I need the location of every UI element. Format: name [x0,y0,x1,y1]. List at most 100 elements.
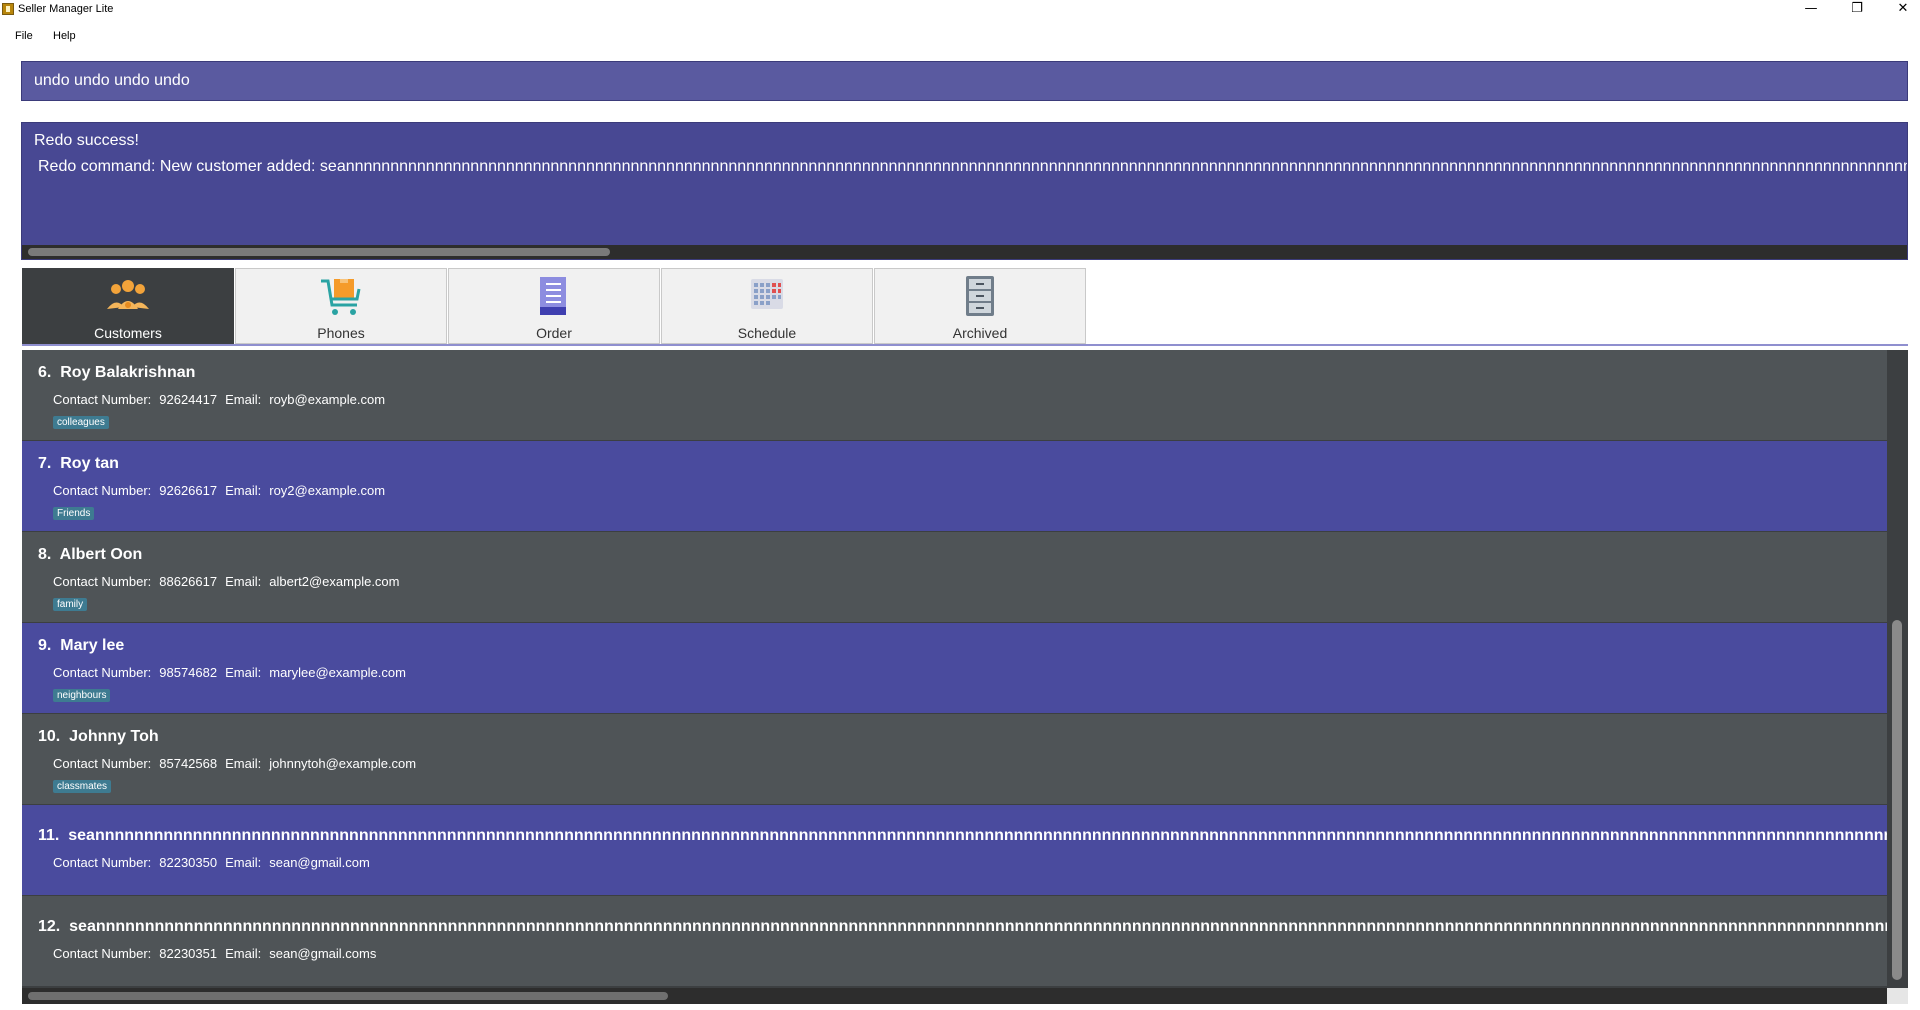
email-label: Email: [225,574,262,589]
list-item[interactable]: 7. Roy tan Contact Number: 92626617 Email:… [22,441,1887,531]
tab-order[interactable]: Order [448,268,660,344]
list-horizontal-scrollbar-thumb[interactable] [28,992,668,1000]
tab-order-label: Order [536,325,572,341]
customer-title: 9. Mary lee [38,637,124,655]
command-input[interactable]: undo undo undo undo [21,61,1908,101]
result-scrollbar-thumb[interactable] [28,248,610,256]
customer-name: seannnnnnnnnnnnnnnnnnnnnnnnnnnnnnnnnnnnn… [68,827,1887,844]
email-label: Email: [225,665,262,680]
customer-email: marylee@example.com [269,665,406,680]
customer-email: sean@gmail.coms [269,946,377,961]
order-icon [540,277,566,315]
cabinet-icon [966,276,994,316]
tab-customers[interactable]: Customers [22,268,234,344]
email-label: Email: [225,483,262,498]
tab-schedule[interactable]: Schedule [661,268,873,344]
contact-label: Contact Number: [53,665,152,680]
list-item[interactable]: 11. seannnnnnnnnnnnnnnnnnnnnnnnnnnnnnnnn… [22,805,1887,895]
result-message: Redo success! [34,132,139,149]
customer-phone: 82230351 [159,946,218,961]
customer-phone: 82230350 [159,855,218,870]
list-item[interactable]: 6. Roy Balakrishnan Contact Number: 92624… [22,350,1887,440]
customer-index: 6. [38,364,52,381]
customer-phone: 92624417 [159,392,218,407]
contact-label: Contact Number: [53,483,152,498]
customers-icon [107,280,149,309]
list-vertical-scrollbar-thumb[interactable] [1892,620,1902,980]
customer-contact: Contact Number: 92626617 Email: roy2@exampl… [53,483,393,498]
tab-phones[interactable]: Phones [235,268,447,344]
customer-name: Roy tan [60,455,119,472]
customer-email: sean@gmail.com [269,855,370,870]
tab-archived[interactable]: Archived [874,268,1086,344]
cart-icon [321,279,361,315]
customer-email: royb@example.com [269,392,386,407]
customer-index: 9. [38,637,52,654]
menu-help[interactable]: Help [53,30,76,42]
calendar-icon [751,279,783,309]
command-input-text: undo undo undo undo [34,72,190,89]
tab-customers-label: Customers [94,325,162,341]
window-title: Seller Manager Lite [18,3,114,15]
menu-bar: File Help [0,22,1920,42]
customer-contact: Contact Number: 82230350 Email: sean@gmail.… [53,855,378,870]
customer-index: 11. [38,827,60,844]
customer-index: 10. [38,728,61,745]
list-vertical-scrollbar[interactable] [1887,350,1908,1004]
close-button[interactable]: ✕ [1885,0,1920,20]
list-item[interactable]: 9. Mary lee Contact Number: 98574682 Email… [22,623,1887,713]
customer-title: 8. Albert Oon [38,546,142,564]
email-label: Email: [225,855,262,870]
customer-index: 12. [38,918,61,935]
customer-tag: Friends [53,507,95,520]
contact-label: Contact Number: [53,855,152,870]
minimize-button[interactable]: — [1793,0,1829,20]
result-scrollbar[interactable] [22,245,1907,259]
customer-title: 11. seannnnnnnnnnnnnnnnnnnnnnnnnnnnnnnnn… [38,827,1887,845]
customer-tag: family [53,598,88,611]
customer-title: 7. Roy tan [38,455,119,473]
customer-index: 7. [38,455,52,472]
customer-tag: colleagues [53,416,109,429]
customer-title: 10. Johnny Toh [38,728,159,746]
customer-email: albert2@example.com [269,574,400,589]
tab-archived-label: Archived [952,325,1008,341]
tab-schedule-label: Schedule [737,325,797,341]
tab-phones-label: Phones [317,325,365,341]
customer-phone: 92626617 [159,483,218,498]
customer-title: 6. Roy Balakrishnan [38,364,195,382]
customer-tag: neighbours [53,689,111,702]
customer-phone: 85742568 [159,756,218,771]
list-item[interactable]: 12. seannnnnnnnnnnnnnnnnnnnnnnnnnnnnnnnn… [22,896,1887,986]
customer-email: roy2@example.com [269,483,386,498]
customer-email: johnnytoh@example.com [269,756,417,771]
contact-label: Contact Number: [53,946,152,961]
customer-contact: Contact Number: 85742568 Email: johnnytoh@e… [53,756,424,771]
menu-file[interactable]: File [15,30,33,42]
contact-label: Contact Number: [53,574,152,589]
customer-contact: Contact Number: 92624417 Email: royb@exampl… [53,392,393,407]
scrollbar-corner [1887,988,1908,1004]
result-detail: Redo command: New customer added: seannn… [38,158,1907,175]
customer-tag: classmates [53,780,112,793]
customer-contact: Contact Number: 82230351 Email: sean@gmail.… [53,946,384,961]
title-bar: Seller Manager Lite — ❐ ✕ [0,0,1920,22]
customer-contact: Contact Number: 98574682 Email: marylee@exa… [53,665,414,680]
restore-button[interactable]: ❐ [1839,0,1875,20]
email-label: Email: [225,946,262,961]
list-item[interactable]: 8. Albert Oon Contact Number: 88626617 Ema… [22,532,1887,622]
customer-phone: 88626617 [159,574,218,589]
email-label: Email: [225,392,262,407]
result-display: Redo success! Redo command: New customer… [21,122,1908,260]
customer-contact: Contact Number: 88626617 Email: albert2@exa… [53,574,408,589]
list-horizontal-scrollbar[interactable] [22,988,1887,1004]
email-label: Email: [225,756,262,771]
customer-name: Mary lee [60,637,125,654]
contact-label: Contact Number: [53,392,152,407]
customer-phone: 98574682 [159,665,218,680]
customer-name: seannnnnnnnnnnnnnnnnnnnnnnnnnnnnnnnnnnnn… [69,918,1887,935]
customer-list[interactable]: 6. Roy Balakrishnan Contact Number: 92624… [22,350,1908,1004]
list-item[interactable]: 10. Johnny Toh Contact Number: 85742568 Em… [22,714,1887,804]
app-icon [2,3,14,15]
customer-name: Johnny Toh [69,728,159,745]
